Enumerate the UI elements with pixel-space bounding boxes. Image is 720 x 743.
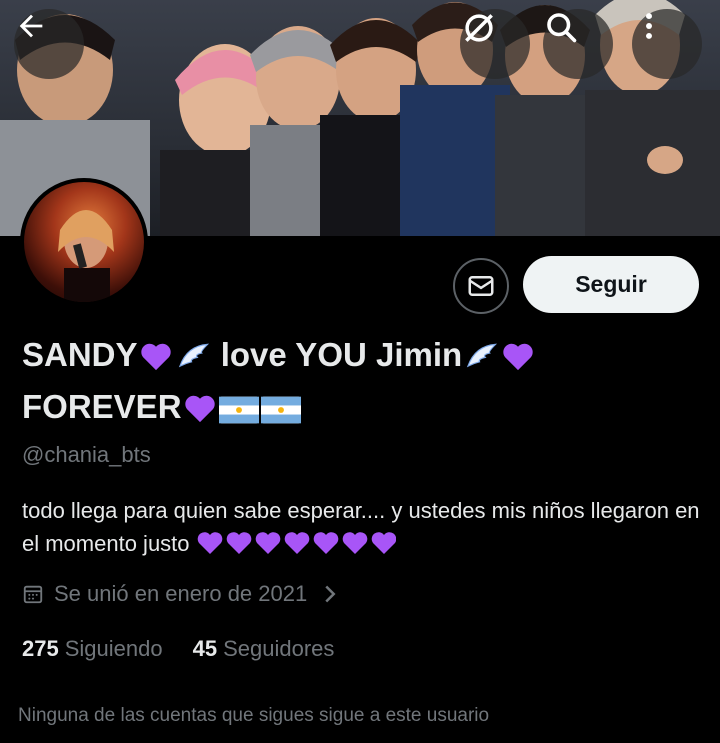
- followers-count: 45: [192, 636, 218, 661]
- following-stat[interactable]: 275 Siguiendo: [22, 636, 163, 662]
- wing-emoji: [175, 338, 211, 384]
- purple-heart-emoji: [139, 338, 173, 384]
- more-options-button[interactable]: [632, 9, 702, 79]
- follow-button[interactable]: Seguir: [523, 256, 699, 313]
- envelope-icon: [468, 276, 494, 296]
- message-button[interactable]: [453, 258, 509, 314]
- following-label: Siguiendo: [64, 636, 163, 661]
- back-button[interactable]: [14, 9, 84, 79]
- purple-heart-emoji: [501, 338, 535, 384]
- wing-emoji: [463, 338, 499, 384]
- display-name: SANDY love YOU Jimin FOREVER: [22, 332, 642, 436]
- following-count: 275: [22, 636, 59, 661]
- display-name-part1: SANDY: [22, 336, 138, 373]
- search-button[interactable]: [543, 9, 613, 79]
- arrow-left-icon: [19, 14, 43, 38]
- profile-bio: todo llega para quien sabe esperar.... y…: [22, 494, 702, 565]
- calendar-icon: [23, 585, 43, 604]
- display-name-part2: love YOU Jimin: [211, 336, 463, 373]
- avatar-image: [58, 210, 114, 302]
- profile-handle: @chania_bts: [22, 442, 151, 467]
- profile-avatar[interactable]: [20, 178, 148, 306]
- unavailable-button[interactable]: [460, 9, 530, 79]
- circle-slash-icon: [465, 14, 493, 42]
- join-date-text: Se unió en enero de 2021: [54, 581, 308, 606]
- display-name-part3: FOREVER: [22, 388, 182, 425]
- search-icon: [547, 13, 577, 43]
- purple-heart-emoji: [183, 390, 217, 436]
- argentina-flag-emoji: [218, 390, 259, 436]
- mutuals-note: Ninguna de las cuentas que sigues sigue …: [18, 705, 490, 726]
- join-date-row[interactable]: Se unió en enero de 2021: [22, 581, 347, 607]
- chevron-right-icon: [325, 585, 336, 603]
- followers-label: Seguidores: [223, 636, 335, 661]
- follow-stats: 275 Siguiendo 45 Seguidores: [22, 636, 364, 662]
- more-vertical-icon: [646, 13, 652, 39]
- purple-hearts-emoji-row: [196, 530, 396, 565]
- argentina-flag-emoji: [260, 390, 301, 436]
- followers-stat[interactable]: 45 Seguidores: [193, 636, 335, 662]
